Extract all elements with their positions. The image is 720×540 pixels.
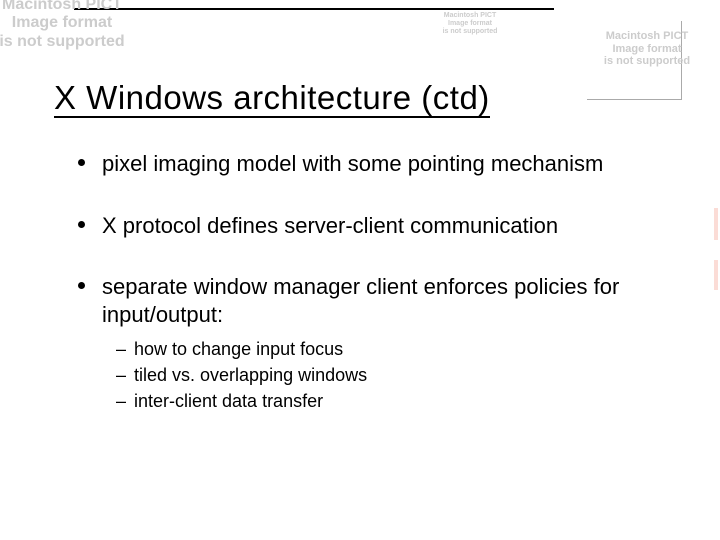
slide-title: X Windows architecture (ctd): [54, 80, 490, 118]
pict-line: is not supported: [0, 33, 125, 50]
pict-line: Macintosh PICT: [444, 12, 497, 19]
pict-line: Macintosh PICT: [2, 0, 122, 13]
slide: Macintosh PICT Image format is not suppo…: [0, 0, 720, 540]
sub-item: tiled vs. overlapping windows: [116, 362, 656, 388]
pink-artifact-1: [714, 208, 718, 240]
sub-text: tiled vs. overlapping windows: [134, 365, 367, 385]
pict-missing-2: Macintosh PICT Image format is not suppo…: [410, 12, 530, 36]
bullet-text: separate window manager client enforces …: [102, 274, 619, 327]
pink-artifact-2: [714, 260, 718, 290]
pict-line: Image format: [448, 20, 492, 27]
bullet-item: pixel imaging model with some pointing m…: [76, 150, 656, 178]
sub-text: how to change input focus: [134, 339, 343, 359]
bullet-text: X protocol defines server-client communi…: [102, 213, 558, 238]
bullet-item: X protocol defines server-client communi…: [76, 212, 656, 240]
slide-content: pixel imaging model with some pointing m…: [76, 150, 656, 448]
bullet-item: separate window manager client enforces …: [76, 273, 656, 414]
sub-item: how to change input focus: [116, 336, 656, 362]
pict-line: is not supported: [443, 28, 498, 35]
pict-line: Image format: [12, 14, 112, 31]
pict-box: [587, 21, 682, 100]
top-rule: [74, 8, 554, 10]
bullet-text: pixel imaging model with some pointing m…: [102, 151, 603, 176]
sub-list: how to change input focus tiled vs. over…: [102, 336, 656, 414]
bullet-list: pixel imaging model with some pointing m…: [76, 150, 656, 414]
sub-text: inter-client data transfer: [134, 391, 323, 411]
sub-item: inter-client data transfer: [116, 388, 656, 414]
